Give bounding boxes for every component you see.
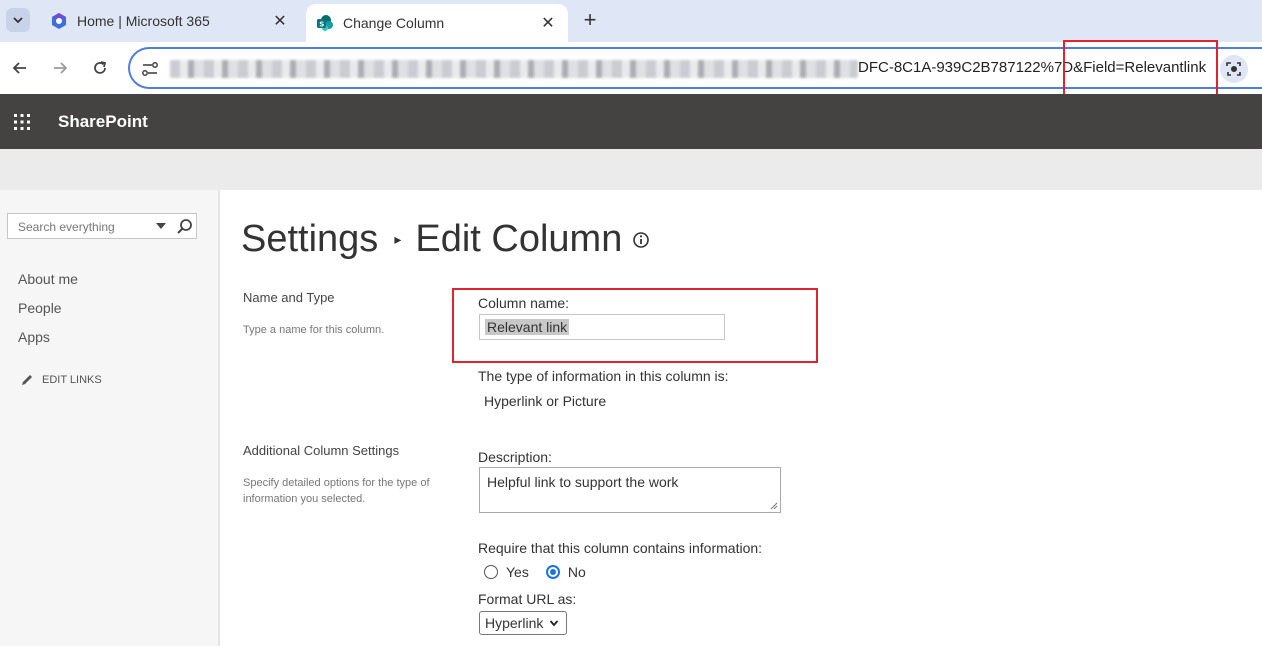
chevron-down-icon[interactable] [156,223,166,229]
left-navigation: Search everything About me People Apps E… [0,190,218,646]
edit-links-label: EDIT LINKS [42,374,102,386]
search-placeholder: Search everything [18,220,115,234]
new-tab-button[interactable]: + [578,7,602,32]
back-button[interactable] [6,54,34,82]
nav-divider [218,190,220,646]
breadcrumb-settings[interactable]: Settings [241,218,378,261]
url-redacted [170,60,858,78]
description-textarea[interactable]: Helpful link to support the work [479,467,781,513]
brand-name[interactable]: SharePoint [58,112,148,132]
radio-no[interactable] [545,565,560,579]
resize-grip-icon[interactable] [770,502,778,510]
ribbon-bar [0,149,1262,190]
lens-icon [1226,62,1241,76]
radio-yes[interactable] [484,565,498,579]
search-box[interactable]: Search everything [7,213,197,239]
info-icon[interactable] [632,231,650,249]
section-desc-additional: Specify detailed options for the type of… [243,477,430,505]
search-icon[interactable] [176,218,194,236]
tab-label: Home | Microsoft 365 [77,13,210,29]
url-text: DFC-8C1A-939C2B787122%7D&Field=Relevantl… [858,59,1207,76]
suite-bar: SharePoint [0,94,1262,149]
site-settings-icon[interactable] [140,59,160,79]
sharepoint-icon: S [317,15,333,31]
section-title-additional: Additional Column Settings [243,443,400,458]
lens-button[interactable] [1220,55,1248,83]
breadcrumb-separator: ▸ [394,231,402,247]
format-url-label: Format URL as: [478,591,577,607]
reload-icon [94,61,107,74]
forward-arrow-icon [54,62,68,74]
description-value: Helpful link to support the work [487,474,679,490]
section-title-name-type: Name and Type [243,290,335,305]
address-bar[interactable]: DFC-8C1A-939C2B787122%7D&Field=Relevantl… [128,47,1262,89]
nav-link-apps[interactable]: Apps [18,329,50,345]
reload-button[interactable] [86,54,114,82]
nav-link-people[interactable]: People [18,300,62,316]
forward-button[interactable] [46,54,74,82]
chevron-down-icon [13,17,23,24]
radio-no-label[interactable]: No [568,564,586,580]
svg-text:S: S [319,21,324,29]
column-name-input[interactable]: Relevant link [479,314,725,340]
m365-icon [52,13,66,29]
app-launcher-icon[interactable] [12,112,32,132]
tab-label: Change Column [343,15,445,31]
column-name-value: Relevant link [485,319,570,335]
close-icon[interactable]: ✕ [538,13,558,33]
back-arrow-icon [12,62,26,74]
require-label: Require that this column contains inform… [478,540,763,556]
nav-link-about-me[interactable]: About me [18,271,78,287]
format-url-value: Hyperlink [485,615,544,631]
radio-yes-label[interactable]: Yes [506,564,529,580]
pencil-icon [22,375,32,385]
type-info-label: The type of information in this column i… [478,368,729,384]
format-url-select[interactable]: Hyperlink [479,611,567,635]
type-info-value: Hyperlink or Picture [484,393,607,409]
description-label: Description: [478,449,552,465]
tab-change-column[interactable]: S Change Column ✕ [306,4,568,42]
close-icon[interactable]: ✕ [270,11,290,31]
column-name-label: Column name: [478,295,570,311]
require-radio-group: Yes No [484,564,586,580]
browser-toolbar: DFC-8C1A-939C2B787122%7D&Field=Relevantl… [0,42,1262,94]
edit-links-button[interactable]: EDIT LINKS [20,373,102,387]
page-title: Settings ▸ Edit Column [241,218,650,261]
browser-tab-strip: Home | Microsoft 365 ✕ S Change Column ✕… [0,0,1262,42]
chevron-down-icon [550,620,559,627]
breadcrumb-current: Edit Column [415,218,623,260]
section-desc-name-type: Type a name for this column. [243,324,385,336]
plus-icon: + [583,7,597,32]
tab-home-microsoft-365[interactable]: Home | Microsoft 365 ✕ [40,4,300,38]
tab-search-button[interactable] [6,8,30,32]
